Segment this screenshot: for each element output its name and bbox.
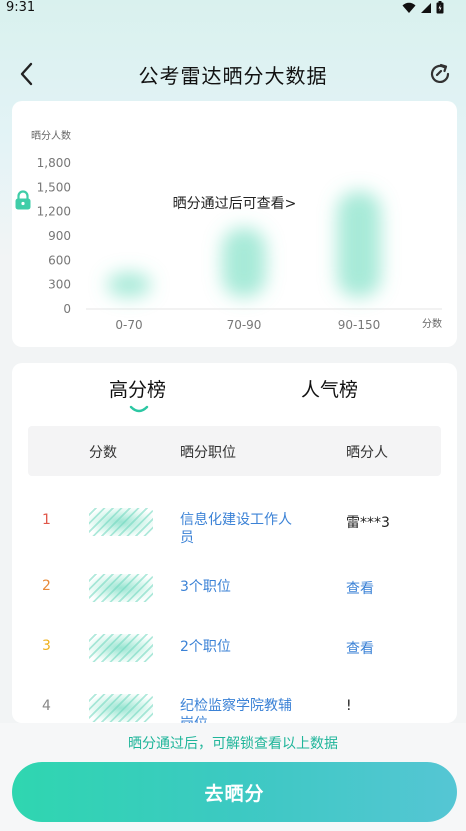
battery-icon [436, 1, 444, 14]
page-title: 公考雷达晒分大数据 [138, 64, 328, 88]
y-tick-label: 0 [63, 302, 71, 316]
post-link[interactable]: 信息化建设工作人员 [180, 511, 300, 547]
status-time: 9:31 [6, 0, 36, 15]
post-link[interactable]: 2个职位 [180, 638, 300, 656]
status-icons [402, 1, 444, 14]
lock-icon [15, 190, 31, 210]
view-poster-link[interactable]: 查看 [346, 638, 374, 658]
chart-x-axis-label: 分数 [422, 317, 442, 330]
tab-popularity[interactable]: 人气榜 [301, 375, 358, 402]
rank-number: 3 [42, 638, 51, 654]
score-blurred [89, 574, 153, 602]
chart-lock-overlay: 晒分通过后可查看> [12, 189, 457, 213]
y-tick-label: 600 [48, 253, 71, 267]
table-header: 分数 晒分职位 晒分人 [28, 426, 441, 476]
score-blurred [89, 508, 153, 536]
wifi-icon [402, 2, 416, 13]
ranking-card: 高分榜 人气榜 分数 晒分职位 晒分人 1 信息化建设工作人员 雷***3 2 … [12, 363, 457, 723]
x-tick-label: 0-70 [115, 318, 142, 332]
poster-name: ! [346, 698, 352, 714]
view-poster-link[interactable]: 查看 [346, 578, 374, 598]
poster-name: 雷***3 [346, 515, 390, 531]
y-tick-label: 900 [48, 229, 71, 243]
score-blurred [89, 634, 153, 662]
chart-y-axis-label: 晒分人数 [31, 129, 71, 142]
tab-high-score[interactable]: 高分榜 [109, 375, 166, 402]
active-tab-indicator [129, 405, 149, 413]
chart-bar [107, 272, 151, 297]
signal-icon [421, 2, 431, 13]
refresh-icon[interactable] [426, 60, 454, 88]
table-row: 4 纪检监察学院教辅岗位 ! [28, 689, 441, 723]
y-tick-label: 1,800 [37, 156, 71, 170]
chart-bar [222, 227, 266, 297]
y-tick-label: 300 [48, 278, 71, 292]
rank-number: 2 [42, 578, 51, 594]
chart-card: 晒分人数 分数 0 300 600 900 1,200 1,500 1,800 0-70 70… [12, 101, 457, 347]
unlock-note: 晒分通过后，可解锁查看以上数据 [128, 736, 338, 752]
header-post: 晒分职位 [180, 445, 236, 461]
x-tick-label: 70-90 [227, 318, 262, 332]
table-row: 2 3个职位 查看 [28, 569, 441, 625]
rank-number: 4 [42, 698, 51, 714]
post-link[interactable]: 纪检监察学院教辅岗位 [180, 697, 300, 723]
header-person: 晒分人 [346, 445, 388, 461]
status-bar: 9:31 [0, 0, 466, 18]
table-row: 1 信息化建设工作人员 雷***3 [28, 503, 441, 559]
nav-bar: 公考雷达晒分大数据 [0, 52, 466, 96]
post-link[interactable]: 3个职位 [180, 578, 300, 596]
share-score-button[interactable]: 去晒分 [12, 762, 457, 822]
footer: 晒分通过后，可解锁查看以上数据 去晒分 [0, 723, 466, 831]
rank-number: 1 [42, 512, 51, 528]
score-distribution-chart: 晒分人数 分数 03006009001,2001,5001,800 0-70 70… [31, 129, 442, 332]
score-blurred [89, 694, 153, 722]
unlock-chart-link[interactable]: 晒分通过后可查看> [12, 193, 457, 213]
table-row: 3 2个职位 查看 [28, 629, 441, 685]
ranking-tabs: 高分榜 人气榜 [12, 375, 457, 415]
x-tick-label: 90-150 [338, 318, 381, 332]
header-score: 分数 [89, 445, 117, 461]
